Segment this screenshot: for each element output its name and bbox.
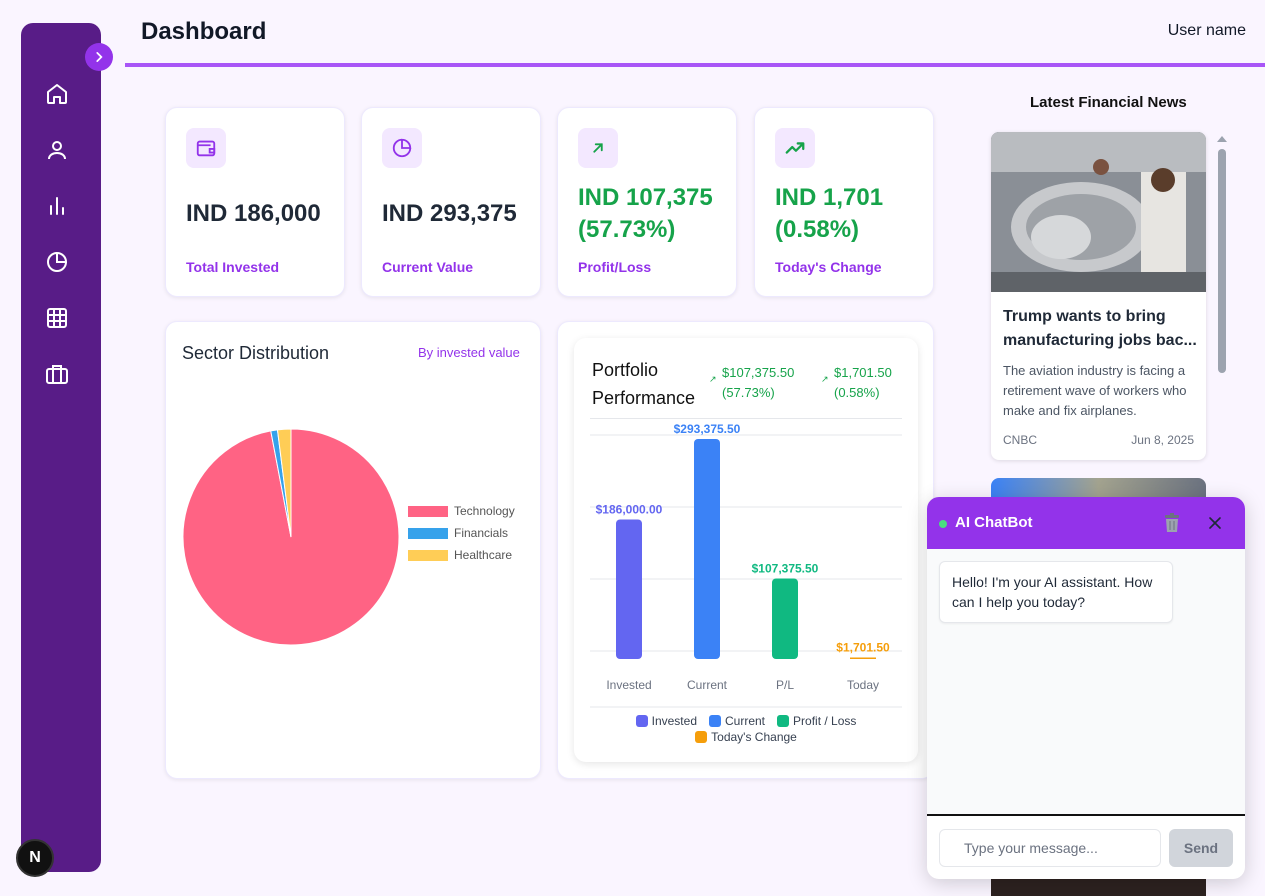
legend-swatch xyxy=(709,715,721,727)
news-title[interactable]: Trump wants to bring manufacturing jobs … xyxy=(1003,305,1198,353)
stat-card-profit-loss: IND 107,375 (57.73%) Profit/Loss xyxy=(557,107,737,297)
bar-data-label: $1,701.50 xyxy=(836,641,890,655)
next-logo-badge[interactable]: N xyxy=(16,839,54,877)
today-percent: (0.58%) xyxy=(834,385,880,400)
pl-amount: $107,375.50 xyxy=(722,365,795,380)
news-date: Jun 8, 2025 xyxy=(1131,433,1194,447)
nav-user-icon[interactable] xyxy=(44,137,70,163)
portfolio-performance-card: Portfolio Performance ↗ $107,375.50 (57.… xyxy=(557,321,934,779)
chatbot-header: AI ChatBot xyxy=(927,497,1245,549)
nav-grid-icon[interactable] xyxy=(44,305,70,331)
stat-value: IND 1,701 (0.58%) xyxy=(775,184,884,243)
news-image xyxy=(991,132,1206,292)
stat-value: IND 107,375 (57.73%) xyxy=(578,184,713,243)
news-card[interactable] xyxy=(991,878,1206,896)
nav-home-icon[interactable] xyxy=(44,81,70,107)
pie-chart-icon xyxy=(382,128,422,168)
arrow-up-right-icon xyxy=(578,128,618,168)
news-scrollbar[interactable] xyxy=(1218,149,1226,373)
nav-bar-chart-icon[interactable] xyxy=(44,193,70,219)
legend-item[interactable]: Current xyxy=(709,714,765,728)
x-tick-label: Today xyxy=(847,678,879,692)
bar-data-label: $293,375.50 xyxy=(674,422,741,436)
x-tick-label: Current xyxy=(687,678,728,692)
online-status-dot xyxy=(939,520,947,528)
legend-item-technology[interactable]: Technology xyxy=(408,504,515,518)
legend-label: Healthcare xyxy=(454,548,513,562)
bar-current[interactable] xyxy=(694,438,720,659)
news-heading: Latest Financial News xyxy=(1030,94,1187,111)
stat-label: Total Invested xyxy=(186,259,280,275)
legend-item[interactable]: Invested xyxy=(635,714,697,728)
legend-label: Today's Change xyxy=(711,730,797,744)
trending-up-icon xyxy=(775,128,815,168)
performance-bar-chart[interactable]: $186,000.00 Invested $293,375.50 Current $10… xyxy=(574,418,918,718)
legend-item[interactable]: Today's Change xyxy=(695,730,797,744)
legend-swatch xyxy=(408,505,448,517)
bar-data-label: $186,000.00 xyxy=(596,503,663,517)
bar-pl[interactable] xyxy=(772,578,798,659)
scroll-up-arrow-icon[interactable] xyxy=(1217,136,1227,142)
chat-input[interactable] xyxy=(939,829,1161,867)
bot-message: Hello! I'm your AI assistant. How can I … xyxy=(939,561,1173,623)
sector-distribution-card: Sector Distribution By invested value Te… xyxy=(165,321,541,779)
stat-card-current-value: IND 293,375 Current Value xyxy=(361,107,541,297)
sector-title: Sector Distribution xyxy=(182,343,330,363)
close-icon[interactable] xyxy=(1205,513,1225,538)
legend-swatch xyxy=(635,715,648,727)
news-description: The aviation industry is facing a retire… xyxy=(1003,363,1187,418)
arrow-up-right-icon: ↗ xyxy=(709,374,717,384)
legend-item[interactable]: Profit / Loss xyxy=(777,714,856,728)
stat-label: Profit/Loss xyxy=(578,259,652,275)
performance-title: Portfolio Performance xyxy=(592,360,696,408)
legend-swatch xyxy=(408,527,448,539)
stat-card-total-invested: IND 186,000 Total Invested xyxy=(165,107,345,297)
pl-percent: (57.73%) xyxy=(722,385,775,400)
stat-label: Current Value xyxy=(382,259,474,275)
wallet-icon xyxy=(186,128,226,168)
header-divider xyxy=(125,63,1265,67)
sidebar-toggle-button[interactable] xyxy=(85,43,113,71)
sector-pie-chart[interactable] xyxy=(176,422,416,662)
nav-pie-chart-icon[interactable] xyxy=(44,249,70,275)
chatbot-title: AI ChatBot xyxy=(955,514,1033,531)
bar-today[interactable] xyxy=(850,657,876,660)
x-tick-label: Invested xyxy=(606,678,651,692)
legend-item-financials[interactable]: Financials xyxy=(408,526,508,540)
legend-label: Profit / Loss xyxy=(793,714,857,728)
legend-item-healthcare[interactable]: Healthcare xyxy=(408,548,512,562)
news-card[interactable]: Trump wants to bring manufacturing jobs … xyxy=(991,132,1206,460)
stat-value: IND 186,000 xyxy=(186,200,321,227)
page-title: Dashboard xyxy=(141,18,267,45)
arrow-up-right-icon: ↗ xyxy=(821,374,829,384)
legend-label: Technology xyxy=(454,504,515,518)
stat-card-todays-change: IND 1,701 (0.58%) Today's Change xyxy=(754,107,934,297)
chat-messages: Hello! I'm your AI assistant. How can I … xyxy=(927,549,1245,816)
today-amount: $1,701.50 xyxy=(834,365,892,380)
nav-briefcase-icon[interactable] xyxy=(44,361,70,387)
legend-swatch xyxy=(695,731,708,743)
bar-data-label: $107,375.50 xyxy=(752,561,819,575)
legend-swatch xyxy=(777,715,790,727)
sidebar xyxy=(21,23,101,872)
stat-label: Today's Change xyxy=(775,259,882,275)
performance-pl-stat: ↗ $107,375.50 (57.73%) xyxy=(709,363,795,403)
legend-label: Current xyxy=(725,714,766,728)
stat-value: IND 293,375 xyxy=(382,200,517,227)
legend-swatch xyxy=(408,549,448,561)
portfolio-performance-panel: Portfolio Performance ↗ $107,375.50 (57.… xyxy=(574,338,918,762)
x-tick-label: P/L xyxy=(776,678,794,692)
trash-icon[interactable] xyxy=(1163,513,1181,538)
sector-subtitle[interactable]: By invested value xyxy=(418,345,520,360)
news-source: CNBC xyxy=(1003,433,1038,447)
legend-label: Financials xyxy=(454,526,509,540)
chatbot-panel: AI ChatBot Hello! I'm your AI assistant.… xyxy=(927,497,1245,879)
bar-invested[interactable] xyxy=(616,519,642,660)
user-name[interactable]: User name xyxy=(1168,22,1246,40)
chevron-right-icon xyxy=(96,52,103,62)
performance-legend: Invested Current Profit / Loss Today's Chan… xyxy=(574,714,918,746)
legend-label: Invested xyxy=(651,714,697,728)
send-button[interactable]: Send xyxy=(1169,829,1233,867)
performance-today-stat: ↗ $1,701.50 (0.58%) xyxy=(821,363,892,403)
